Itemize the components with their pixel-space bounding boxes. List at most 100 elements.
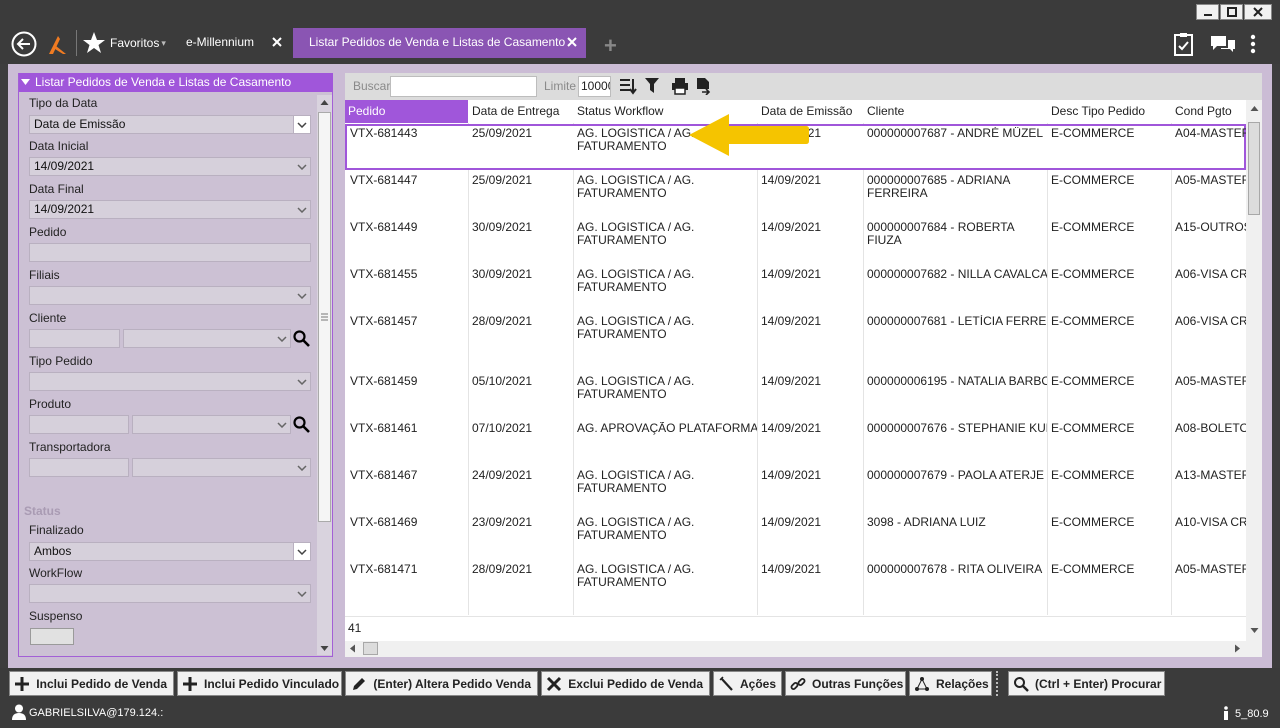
column-header-cliente[interactable]: Cliente <box>864 100 1047 123</box>
cell-emissao: 14/09/2021 <box>761 315 822 328</box>
procurar-button[interactable]: (Ctrl + Enter) Procurar <box>1008 671 1165 696</box>
export-icon <box>697 78 711 96</box>
column-header-pedido[interactable]: Pedido <box>345 100 468 123</box>
minimize-button[interactable] <box>1196 4 1219 20</box>
procurar-label: (Ctrl + Enter) Procurar <box>1035 676 1162 691</box>
search-icon <box>1013 675 1029 693</box>
cell-cond: A13-MASTERCARD <box>1175 469 1246 482</box>
export-button[interactable] <box>695 77 711 96</box>
cell-cliente: 000000007684 - ROBERTA FIUZA <box>867 221 1014 247</box>
limite-input[interactable]: 10000 <box>578 76 611 97</box>
cell-emissao: 14/09/2021 <box>761 375 822 388</box>
cell-emissao: 14/09/2021 <box>761 469 822 482</box>
grid-vertical-scroll-thumb[interactable] <box>1248 122 1260 215</box>
acoes-button[interactable]: Ações <box>713 671 782 696</box>
column-header-data-entrega[interactable]: Data de Entrega <box>469 100 573 123</box>
inclui-pedido-button[interactable]: Inclui Pedido de Venda <box>9 671 174 696</box>
cliente-search-button[interactable] <box>292 329 311 348</box>
tipo-pedido-select[interactable] <box>29 372 311 391</box>
filter-panel-header[interactable]: Listar Pedidos de Venda e Listas de Casa… <box>19 73 333 92</box>
produto-select[interactable] <box>132 415 291 434</box>
cell-cliente: 000000007682 - NILLA CAVALCANTI <box>867 268 1047 281</box>
suspenso-label: Suspenso <box>29 609 83 623</box>
maximize-button[interactable] <box>1220 4 1243 20</box>
chevron-down-icon <box>293 116 310 133</box>
data-final-field[interactable]: 14/09/2021 <box>29 200 311 219</box>
grid-horizontal-scrollbar[interactable] <box>345 641 1262 657</box>
cell-pedido: VTX-681459 <box>350 375 418 388</box>
cliente-select[interactable] <box>123 329 291 348</box>
plus-icon <box>182 675 198 693</box>
more-menu-button[interactable] <box>1246 33 1260 55</box>
data-final-label: Data Final <box>29 182 84 196</box>
inclui-vinculado-button[interactable]: Inclui Pedido Vinculado <box>177 671 342 696</box>
column-header-desc-tipo-pedido[interactable]: Desc Tipo Pedido <box>1048 100 1171 123</box>
close-tab-active-button[interactable] <box>565 35 579 49</box>
relacoes-button[interactable]: Relações <box>909 671 992 696</box>
acoes-label: Ações <box>740 676 777 691</box>
cell-tipo: E-COMMERCE <box>1051 516 1135 529</box>
inclui-pedido-label: Inclui Pedido de Venda <box>36 676 167 691</box>
workflow-select[interactable] <box>29 584 311 603</box>
cell-tipo: E-COMMERCE <box>1051 174 1135 187</box>
cliente-code-input[interactable] <box>29 329 120 348</box>
tipo-data-select[interactable]: Data de Emissão <box>29 115 311 134</box>
cell-cond: A06-VISA CREDITO <box>1175 268 1246 281</box>
column-header-cond-pgto[interactable]: Cond Pgto <box>1172 100 1248 123</box>
suspenso-toggle[interactable] <box>30 628 74 645</box>
cell-cond: A10-VISA CREDITO <box>1175 516 1246 529</box>
scroll-down-icon[interactable] <box>320 645 329 652</box>
cell-cond: A04-MASTERCARD <box>1175 127 1246 140</box>
print-button[interactable] <box>671 77 689 95</box>
scroll-up-icon[interactable] <box>320 99 329 106</box>
outras-funcoes-button[interactable]: Outras Funções <box>785 671 906 696</box>
outras-funcoes-label: Outras Funções <box>812 676 904 691</box>
exclui-pedido-button[interactable]: Exclui Pedido de Venda <box>541 671 710 696</box>
favorites-tab[interactable]: Favoritos ▾ <box>82 30 172 56</box>
produto-search-button[interactable] <box>292 415 311 434</box>
limite-label: Limite <box>544 79 577 93</box>
tipo-data-label: Tipo da Data <box>29 96 98 110</box>
cell-status: AG. LOGISTICA / AG. FATURAMENTO <box>577 315 695 341</box>
pedido-input[interactable] <box>29 243 311 262</box>
cell-cliente: 000000007676 - STEPHANIE KUBLIK <box>867 422 1047 435</box>
tab-emillennium[interactable]: e-Millennium <box>186 35 254 49</box>
plus-icon <box>14 675 30 693</box>
scroll-down-icon[interactable] <box>1250 627 1259 634</box>
user-label: GABRIELSILVA@179.124.: <box>29 707 164 719</box>
pencil-icon <box>350 675 367 693</box>
cell-entrega: 24/09/2021 <box>472 469 533 482</box>
chevron-down-icon <box>293 287 310 304</box>
back-button[interactable] <box>11 31 37 57</box>
column-separator <box>1171 123 1172 615</box>
x-icon <box>546 675 562 693</box>
cell-tipo: E-COMMERCE <box>1051 268 1135 281</box>
close-window-button[interactable] <box>1244 4 1272 20</box>
chevron-down-icon <box>293 543 310 560</box>
transportadora-select[interactable] <box>132 458 311 477</box>
scroll-right-icon[interactable] <box>1234 644 1241 653</box>
cell-cond: A05-MASTERCARD <box>1175 563 1246 576</box>
sort-button[interactable] <box>619 77 637 95</box>
altera-pedido-button[interactable]: (Enter) Altera Pedido Venda <box>345 671 538 696</box>
transportadora-label: Transportadora <box>29 440 111 454</box>
column-separator <box>757 123 758 615</box>
cell-entrega: 28/09/2021 <box>472 563 533 576</box>
cell-tipo: E-COMMERCE <box>1051 422 1135 435</box>
cell-cliente: 000000007681 - LETÍCIA FERREIRA <box>867 315 1047 328</box>
grid-horizontal-scroll-thumb[interactable] <box>363 642 378 655</box>
scroll-up-icon[interactable] <box>1250 105 1259 112</box>
scroll-left-icon[interactable] <box>349 644 356 653</box>
filiais-select[interactable] <box>29 286 311 305</box>
close-tab-emillennium-button[interactable] <box>270 35 284 49</box>
transportadora-code-input[interactable] <box>29 458 129 477</box>
add-tab-button[interactable]: + <box>604 35 617 57</box>
search-input[interactable] <box>390 76 537 97</box>
data-inicial-field[interactable]: 14/09/2021 <box>29 157 311 176</box>
clipboard-check-button[interactable] <box>1172 31 1196 57</box>
tab-divider <box>76 30 77 56</box>
filter-button[interactable] <box>644 77 660 95</box>
produto-code-input[interactable] <box>29 415 129 434</box>
finalizado-select[interactable]: Ambos <box>29 542 311 561</box>
chat-button[interactable] <box>1209 33 1237 55</box>
